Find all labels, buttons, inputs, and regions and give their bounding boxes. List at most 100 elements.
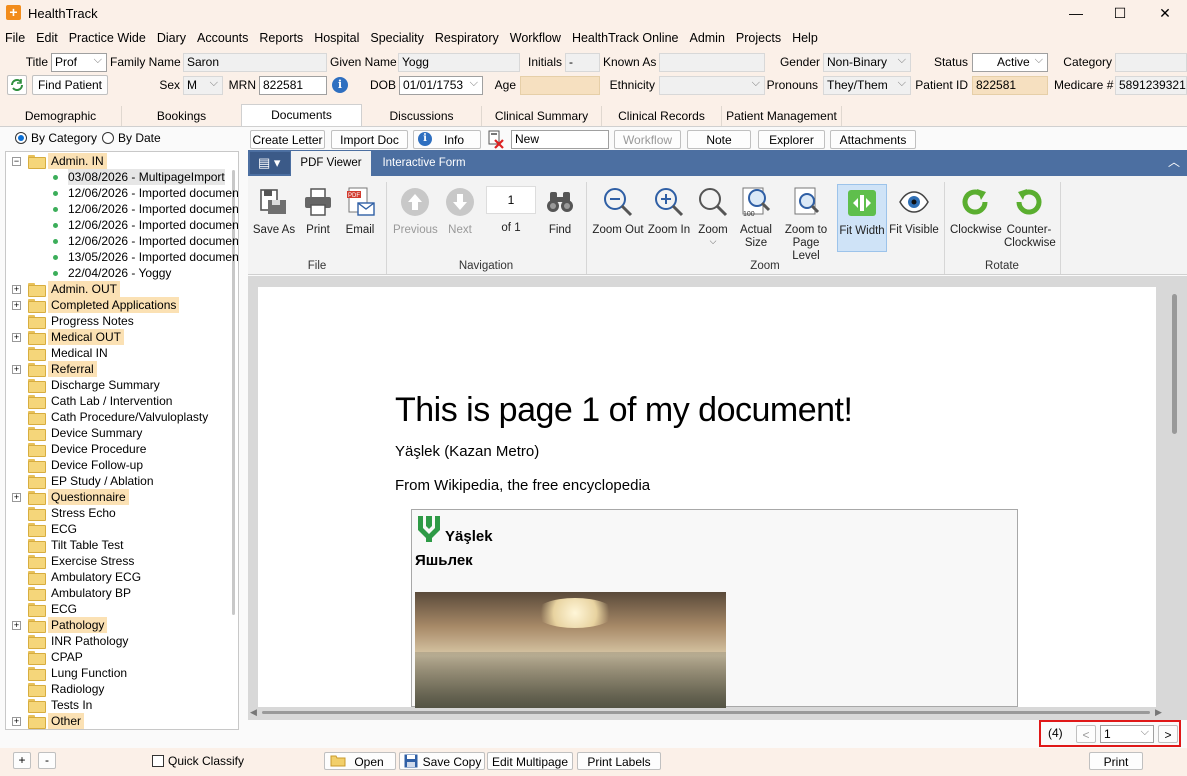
expand-icon[interactable]: + [12,717,21,726]
menu-diary[interactable]: Diary [152,28,192,48]
zoom-dropdown-button[interactable]: Zoom ⌵ [694,186,732,246]
tab-documents[interactable]: Documents [241,104,362,126]
expand-icon[interactable]: + [12,301,21,310]
import-doc-button[interactable]: Import Doc [331,130,408,149]
tree-folder[interactable]: Discharge Summary [12,377,227,393]
scroll-left-icon[interactable]: ◀ [250,707,257,718]
document-type-field[interactable]: New [511,130,609,149]
tree-folder[interactable]: Device Procedure [12,441,227,457]
add-category-button[interactable]: + [13,752,31,769]
tree-folder[interactable]: Exercise Stress [12,553,227,569]
tree-folder[interactable]: Device Follow-up [12,457,227,473]
email-button[interactable]: PDF Email [342,186,378,237]
tab-discussions[interactable]: Discussions [362,106,482,126]
find-button[interactable]: Find [542,186,578,237]
print-labels-button[interactable]: Print Labels [577,752,661,770]
info-icon[interactable]: i [332,77,348,93]
maximize-button[interactable]: ☐ [1097,0,1143,26]
tree-document-item[interactable]: 12/06/2026 - Imported document [12,185,238,201]
fit-width-button[interactable]: Fit Width [837,184,887,252]
remove-category-button[interactable]: - [38,752,56,769]
menu-reports[interactable]: Reports [254,28,309,48]
attachments-button[interactable]: Attachments [830,130,916,149]
actual-size-button[interactable]: 100 Actual Size [736,186,776,250]
tree-folder[interactable]: + Other [12,713,227,729]
given-name-field[interactable]: Yogg [398,53,520,72]
tree-document-item[interactable]: 13/05/2026 - Imported document [12,249,238,265]
menu-help[interactable]: Help [787,28,824,48]
minimize-button[interactable]: — [1053,0,1099,26]
tree-folder[interactable]: Ambulatory BP [12,585,227,601]
pronouns-select[interactable]: They/Them [823,76,911,95]
tree-folder[interactable]: Tests In [12,697,227,713]
tree-document-item[interactable]: 12/06/2026 - Imported document [12,217,238,233]
find-patient-button[interactable]: Find Patient [32,75,108,95]
tree-document-item[interactable]: 12/06/2026 - Imported document [12,233,238,249]
collapse-icon[interactable]: − [12,157,21,166]
menu-speciality[interactable]: Speciality [365,28,430,48]
pager-previous-button[interactable]: < [1076,725,1096,743]
mrn-field[interactable]: 822581 [259,76,327,95]
menu-accounts[interactable]: Accounts [192,28,254,48]
explorer-button[interactable]: Explorer [758,130,825,149]
page-number-input[interactable]: 1 [486,186,536,214]
print-button[interactable]: Print [1089,752,1143,770]
tree-folder[interactable]: + Referral [12,361,227,377]
tree-folder[interactable]: Radiology [12,681,227,697]
status-select[interactable]: Active [972,53,1048,72]
menu-projects[interactable]: Projects [731,28,787,48]
tree-folder[interactable]: ECG [12,601,227,617]
tree-folder[interactable]: CPAP [12,649,227,665]
expand-icon[interactable]: + [12,285,21,294]
note-button[interactable]: Note [687,130,751,149]
tree-folder[interactable]: Device Summary [12,425,227,441]
pager-next-button[interactable]: > [1158,725,1178,743]
tab-bookings[interactable]: Bookings [122,106,242,126]
initials-field[interactable]: - [565,53,600,72]
edit-multipage-button[interactable]: Edit Multipage [487,752,573,770]
tree-folder[interactable]: Progress Notes [12,313,227,329]
tree-folder[interactable]: + Questionnaire [12,489,227,505]
tree-folder[interactable]: Cath Lab / Intervention [12,393,227,409]
tree-folder[interactable]: + Completed Applications [12,297,227,313]
tree-document-item[interactable]: 12/06/2026 - Imported document [12,201,238,217]
zoom-to-page-level-button[interactable]: Zoom to Page Level [778,186,834,263]
tree-folder[interactable]: + Pathology [12,617,227,633]
menu-practice-wide[interactable]: Practice Wide [64,28,152,48]
menu-healthtrack-online[interactable]: HealthTrack Online [567,28,685,48]
tab-clinical-summary[interactable]: Clinical Summary [482,106,602,126]
gender-select[interactable]: Non-Binary [823,53,911,72]
document-category-tree[interactable]: − Admin. IN 03/08/2026 - MultipageImport… [5,151,239,730]
expand-icon[interactable]: + [12,621,21,630]
tree-folder[interactable]: Stress Echo [12,505,227,521]
tab-patient-management[interactable]: Patient Management [722,106,842,126]
medicare-field[interactable]: 5891239321 [1115,76,1187,95]
tab-clinical-records[interactable]: Clinical Records [602,106,722,126]
save-as-button[interactable]: Save As [252,186,296,237]
zoom-out-button[interactable]: Zoom Out [592,186,644,237]
tree-document-item[interactable]: 03/08/2026 - MultipageImport [12,169,227,185]
menu-workflow[interactable]: Workflow [505,28,567,48]
tree-folder[interactable]: INR Pathology [12,633,227,649]
expand-icon[interactable]: + [12,333,21,342]
tree-folder-admin-in[interactable]: − Admin. IN [12,153,212,169]
horizontal-scrollbar[interactable] [262,711,1150,714]
vertical-scrollbar[interactable] [1172,294,1177,434]
document-type-clear-icon[interactable] [487,130,505,149]
menu-hospital[interactable]: Hospital [309,28,365,48]
menu-edit[interactable]: Edit [31,28,64,48]
tree-folder[interactable]: + Admin. OUT [12,281,227,297]
tree-folder[interactable]: Cath Procedure/Valvuloplasty [12,409,227,425]
sex-select[interactable]: M [183,76,223,95]
category-field[interactable] [1115,53,1187,72]
tree-folder[interactable]: Tilt Table Test [12,537,227,553]
ethnicity-select[interactable] [659,76,765,95]
menu-respiratory[interactable]: Respiratory [430,28,505,48]
expand-icon[interactable]: + [12,493,21,502]
expand-icon[interactable]: + [12,365,21,374]
tab-pdf-viewer[interactable]: PDF Viewer [291,151,371,176]
create-letter-button[interactable]: Create Letter [250,130,325,149]
fit-visible-button[interactable]: Fit Visible [889,186,939,237]
tree-folder[interactable]: Ambulatory ECG [12,569,227,585]
page-select[interactable]: 1 [1100,725,1154,743]
